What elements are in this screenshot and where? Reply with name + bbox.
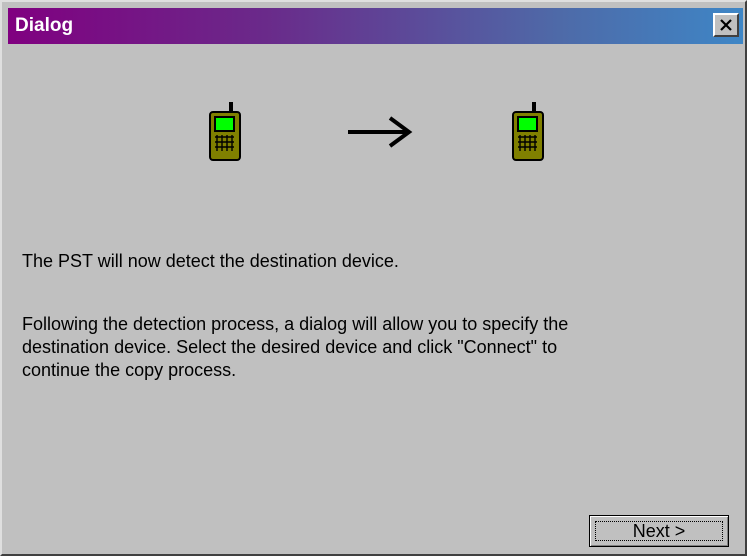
detect-message: The PST will now detect the destination … bbox=[22, 251, 399, 271]
instructions-line: continue the copy process. bbox=[22, 360, 237, 380]
dialog-window: Dialog The PST will now detect the desti… bbox=[0, 0, 747, 556]
instructions-line: destination device. Select the desired d… bbox=[22, 337, 558, 357]
next-button[interactable]: Next > bbox=[589, 515, 729, 547]
close-button[interactable] bbox=[713, 13, 739, 37]
instructions-line: Following the detection process, a dialo… bbox=[22, 314, 569, 334]
window-title: Dialog bbox=[15, 15, 74, 36]
instructions-paragraph: Following the detection process, a dialo… bbox=[22, 313, 722, 382]
close-icon bbox=[720, 19, 732, 31]
source-phone-icon bbox=[209, 102, 241, 161]
title-bar[interactable]: Dialog bbox=[8, 8, 743, 44]
next-button-label: Next > bbox=[632, 521, 686, 541]
destination-phone-icon bbox=[512, 102, 544, 161]
right-arrow-icon bbox=[348, 116, 413, 148]
